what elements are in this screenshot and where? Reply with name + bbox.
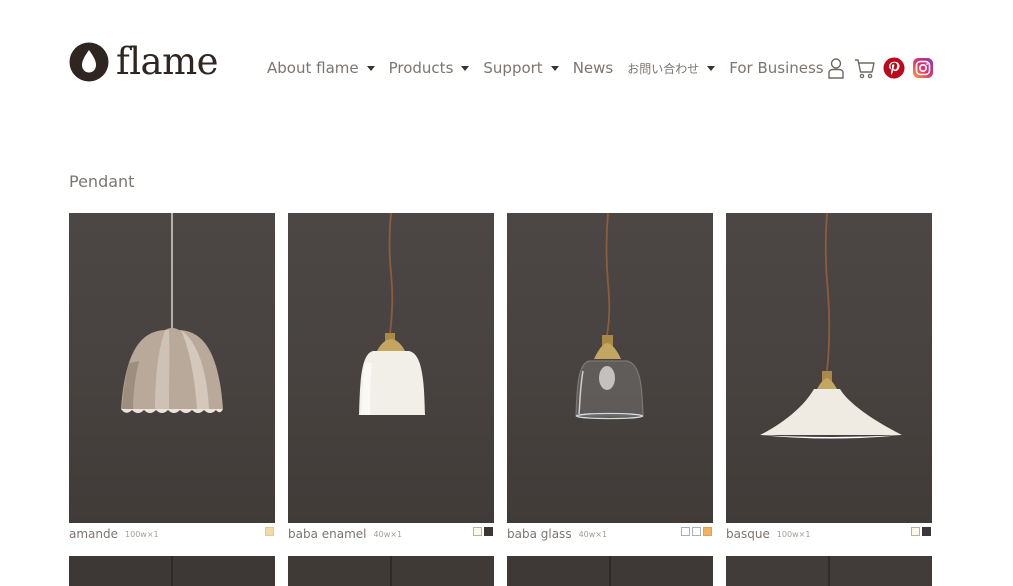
product-card-partial[interactable] [288, 556, 494, 586]
cart-icon[interactable] [854, 57, 876, 79]
product-name: baba glass [507, 527, 572, 541]
nav-icon-group [825, 56, 941, 80]
nav-label: For Business [729, 59, 824, 77]
product-card-baba-enamel[interactable]: baba enamel 40w×1 [288, 213, 494, 545]
product-image-partial[interactable] [507, 556, 713, 586]
product-image-baba-enamel[interactable] [288, 213, 494, 523]
brand-name: flame [116, 40, 219, 83]
flame-drop-icon [69, 42, 109, 82]
product-card-amande[interactable]: amande 100w×1 [69, 213, 275, 545]
pendant-cord [828, 556, 830, 586]
nav-contact[interactable]: お問い合わせ [627, 60, 716, 77]
product-image-baba-glass[interactable] [507, 213, 713, 523]
pendant-lamp-illustration [359, 213, 425, 415]
product-card-partial[interactable] [507, 556, 713, 586]
product-image-partial[interactable] [288, 556, 494, 586]
nav-about-flame[interactable]: About flame [267, 59, 375, 77]
product-wattage: 40w×1 [578, 529, 608, 539]
nav-label: News [572, 59, 614, 77]
product-image-basque[interactable] [726, 213, 932, 523]
color-swatch[interactable] [265, 527, 274, 536]
product-caption: basque 100w×1 [726, 523, 932, 545]
caret-down-icon [550, 65, 559, 71]
user-icon[interactable] [825, 57, 847, 79]
caret-down-icon [707, 65, 716, 71]
product-caption: amande 100w×1 [69, 523, 275, 545]
product-caption: baba glass 40w×1 [507, 523, 713, 545]
main-nav: About flame Products Support News お問い合わせ… [267, 56, 838, 80]
color-swatch[interactable] [703, 527, 712, 536]
pendant-cord [609, 556, 611, 586]
instagram-icon[interactable] [912, 57, 934, 79]
nav-products[interactable]: Products [389, 59, 470, 77]
nav-for-business[interactable]: For Business [729, 59, 823, 77]
color-swatch[interactable] [473, 527, 482, 536]
product-card-partial[interactable] [726, 556, 932, 586]
nav-label: About flame [267, 59, 359, 77]
color-swatch[interactable] [484, 527, 493, 536]
product-card-partial[interactable] [69, 556, 275, 586]
pendant-cord [171, 556, 173, 586]
color-swatch[interactable] [692, 527, 701, 536]
pendant-lamp-illustration [575, 213, 644, 420]
product-card-basque[interactable]: basque 100w×1 [726, 213, 932, 545]
product-name: baba enamel [288, 527, 367, 541]
color-swatches [679, 527, 712, 536]
color-swatch[interactable] [681, 527, 690, 536]
nav-label: Products [388, 59, 454, 77]
product-image-partial[interactable] [726, 556, 932, 586]
product-image-partial[interactable] [69, 556, 275, 586]
color-swatches [471, 527, 493, 536]
product-grid: amande 100w×1 baba enamel 40w×1 baba gla… [69, 213, 932, 586]
product-name: amande [69, 527, 119, 541]
product-caption: baba enamel 40w×1 [288, 523, 494, 545]
product-wattage: 40w×1 [373, 529, 403, 539]
nav-label: Support [483, 59, 543, 77]
pinterest-icon[interactable] [883, 57, 905, 79]
color-swatches [263, 527, 274, 536]
color-swatch[interactable] [922, 527, 931, 536]
pendant-lamp-illustration [760, 213, 902, 439]
nav-support[interactable]: Support [483, 59, 559, 77]
product-wattage: 100w×1 [776, 529, 811, 539]
product-wattage: 100w×1 [125, 529, 159, 539]
product-name: basque [726, 527, 770, 541]
pendant-lamp-illustration [121, 213, 223, 413]
pendant-cord [390, 556, 392, 586]
color-swatch[interactable] [911, 527, 920, 536]
caret-down-icon [366, 65, 375, 71]
section-title: Pendant [69, 172, 135, 191]
product-image-amande[interactable] [69, 213, 275, 523]
nav-label: お問い合わせ [627, 61, 700, 76]
nav-news[interactable]: News [573, 59, 614, 77]
color-swatches [909, 527, 931, 536]
caret-down-icon [461, 65, 470, 71]
brand-logo[interactable]: flame [69, 40, 219, 83]
product-card-baba-glass[interactable]: baba glass 40w×1 [507, 213, 713, 545]
